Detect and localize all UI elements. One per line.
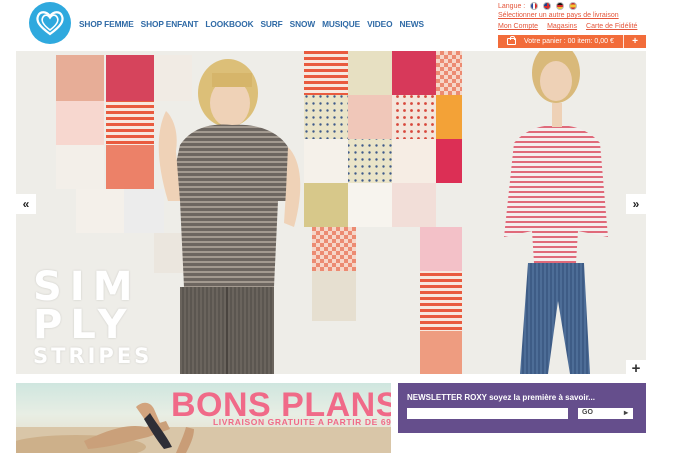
french-flag-icon[interactable] [530, 2, 539, 10]
nav-lookbook[interactable]: LOOKBOOK [205, 19, 253, 29]
cart-summary: Votre panier : 00 item: 0,00 € [524, 38, 614, 45]
hero-line-2: PLY [33, 302, 135, 348]
newsletter-email-input[interactable] [407, 408, 568, 419]
hero-banner[interactable]: SIM PLY STRIPES [16, 51, 646, 374]
main-navigation: SHOP FEMME SHOP ENFANT LOOKBOOK SURF SNO… [79, 19, 424, 29]
cart-bar[interactable]: Votre panier : 00 item: 0,00 € + [498, 35, 646, 48]
newsletter-title: NEWSLETTER ROXY soyez la première à savo… [407, 393, 595, 402]
shopping-bag-icon [507, 36, 516, 45]
stores-link[interactable]: Magasins [547, 23, 577, 30]
language-selector: Langue : [498, 2, 578, 10]
spanish-flag-icon[interactable] [569, 2, 578, 10]
my-account-link[interactable]: Mon Compte [498, 23, 538, 30]
newsletter-box: NEWSLETTER ROXY soyez la première à savo… [398, 383, 646, 433]
nav-video[interactable]: VIDEO [367, 19, 392, 29]
newsletter-go-label: GO [582, 409, 593, 416]
roxy-heart-logo-icon [36, 11, 64, 36]
chevron-right-icon: ▸ [623, 408, 628, 417]
nav-surf[interactable]: SURF [260, 19, 282, 29]
german-flag-icon[interactable] [556, 2, 565, 10]
promo-subtitle: LIVRAISON GRATUITE A PARTIR DE 69 € [213, 417, 391, 427]
promo-banner[interactable]: BONS PLANS LIVRAISON GRATUITE A PARTIR D… [16, 383, 391, 453]
nav-shop-enfant[interactable]: SHOP ENFANT [141, 19, 199, 29]
account-links: Mon Compte Magasins Carte de Fidélité [498, 23, 637, 30]
language-label: Langue : [498, 2, 526, 10]
nav-snow[interactable]: SNOW [290, 19, 316, 29]
nav-musique[interactable]: MUSIQUE [322, 19, 360, 29]
cart-expand-button[interactable]: + [624, 35, 646, 48]
slider-next-button[interactable]: » [626, 194, 646, 214]
loyalty-card-link[interactable]: Carte de Fidélité [586, 23, 637, 30]
nav-news[interactable]: NEWS [399, 19, 424, 29]
uk-flag-icon[interactable] [543, 2, 552, 10]
hero-headline: SIM PLY STRIPES [33, 267, 153, 368]
hero-line-3: STRIPES [33, 344, 153, 368]
newsletter-go-button[interactable]: GO ▸ [578, 408, 633, 419]
zoom-button[interactable]: + [626, 360, 646, 377]
nav-shop-femme[interactable]: SHOP FEMME [79, 19, 134, 29]
change-country-link[interactable]: Sélectionner un autre pays de livraison [498, 12, 619, 19]
slider-prev-button[interactable]: « [16, 194, 36, 214]
roxy-logo[interactable] [29, 2, 71, 44]
